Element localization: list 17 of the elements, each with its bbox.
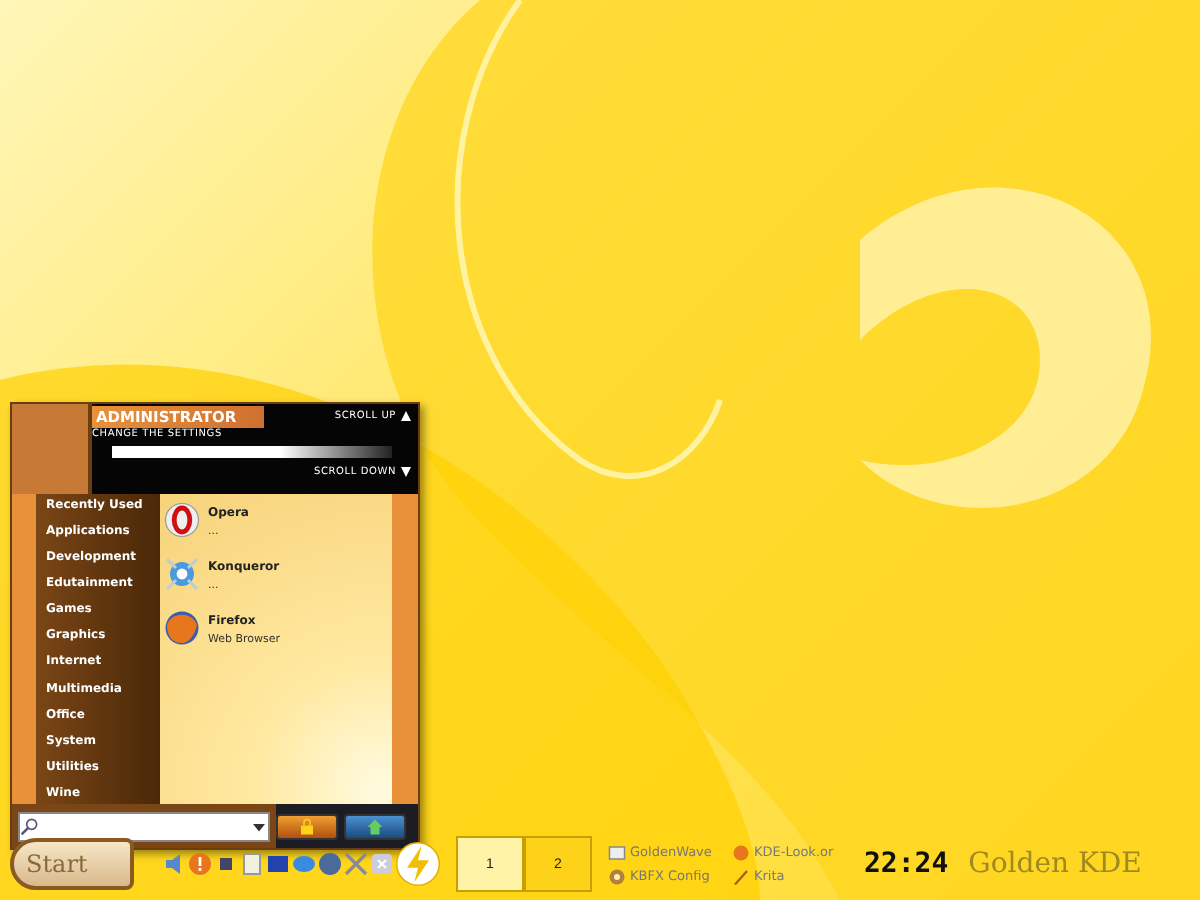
brand-text: Golden KDE: [968, 848, 1142, 880]
monitor-icon[interactable]: [266, 852, 290, 876]
arrow-up-icon: [400, 410, 412, 422]
clipboard-icon[interactable]: [240, 852, 264, 876]
arrow-down-icon: [400, 466, 412, 478]
lightning-icon[interactable]: [396, 842, 440, 886]
home-button[interactable]: [344, 813, 406, 839]
lock-button[interactable]: [276, 813, 338, 839]
warning-icon[interactable]: [188, 852, 212, 876]
search-icon: [20, 816, 40, 836]
clock: 22:24: [864, 848, 949, 880]
search-field[interactable]: [18, 811, 270, 841]
house-icon: [366, 817, 384, 835]
close-icon[interactable]: [370, 852, 394, 876]
padlock-icon: [298, 817, 316, 835]
window-icon: [608, 843, 626, 861]
letter-o-icon: [164, 502, 200, 538]
